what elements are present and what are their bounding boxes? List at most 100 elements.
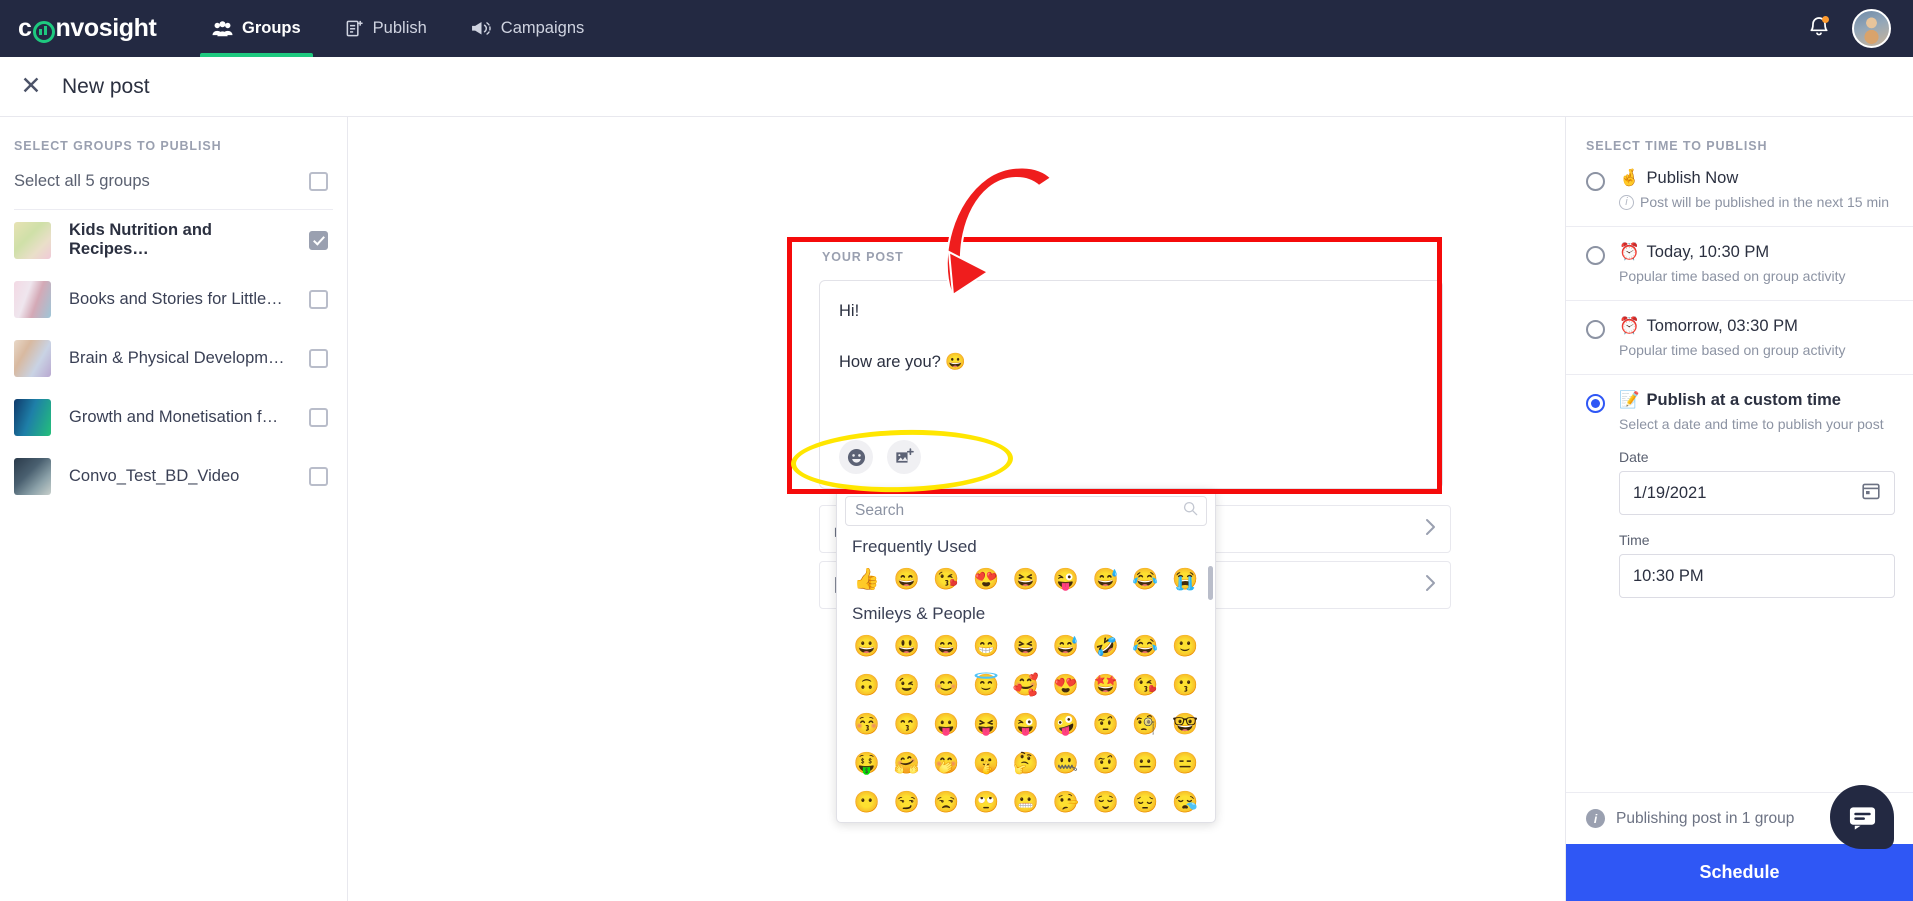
- emoji-cell[interactable]: 😂: [1125, 560, 1165, 599]
- emoji-cell[interactable]: 🙂: [1165, 627, 1205, 666]
- emoji-cell[interactable]: 😆: [1006, 627, 1046, 666]
- time-field[interactable]: 10:30 PM: [1619, 554, 1895, 598]
- emoji-cell[interactable]: 😇: [966, 666, 1006, 705]
- post-composer[interactable]: Hi! How are you? 😀: [819, 280, 1443, 489]
- emoji-cell[interactable]: 🤪: [1046, 705, 1086, 744]
- chat-bubble-icon[interactable]: [1830, 785, 1894, 849]
- emoji-cell[interactable]: 😉: [887, 666, 927, 705]
- emoji-cell[interactable]: 😬: [1006, 783, 1046, 822]
- group-checkbox[interactable]: [309, 290, 328, 309]
- time-option-radio[interactable]: [1586, 394, 1605, 413]
- emoji-cell[interactable]: 🧐: [1125, 705, 1165, 744]
- emoji-picker[interactable]: Frequently Used👍😄😘😍😆😜😅😂😭Smileys & People…: [836, 489, 1216, 823]
- close-icon[interactable]: ✕: [18, 74, 44, 100]
- emoji-cell[interactable]: 😅: [1086, 560, 1126, 599]
- emoji-cell[interactable]: 😐: [1125, 744, 1165, 783]
- emoji-cell[interactable]: 👍: [847, 560, 887, 599]
- time-option-radio[interactable]: [1586, 172, 1605, 191]
- emoji-cell[interactable]: 😆: [1006, 560, 1046, 599]
- emoji-cell[interactable]: 🥰: [1006, 666, 1046, 705]
- group-checkbox[interactable]: [309, 230, 328, 250]
- emoji-cell[interactable]: 😍: [966, 560, 1006, 599]
- emoji-cell[interactable]: 😁: [966, 627, 1006, 666]
- emoji-cell[interactable]: 😂: [1125, 627, 1165, 666]
- emoji-cell[interactable]: 🤑: [847, 744, 887, 783]
- emoji-cell[interactable]: 😒: [927, 783, 967, 822]
- time-option-body: ⏰ Tomorrow, 03:30 PM Popular time based on…: [1619, 317, 1895, 358]
- time-option-radio[interactable]: [1586, 320, 1605, 339]
- date-label: Date: [1619, 449, 1649, 465]
- emoji-cell[interactable]: 😑: [1165, 744, 1205, 783]
- time-option[interactable]: 🤞 Publish Now i Post will be published in t…: [1566, 153, 1913, 227]
- group-row[interactable]: Convo_Test_BD_Video: [14, 447, 333, 506]
- nav-item-publish[interactable]: Publish: [323, 0, 449, 57]
- calendar-icon[interactable]: [1861, 481, 1881, 506]
- time-option-radio[interactable]: [1586, 246, 1605, 265]
- emoji-cell[interactable]: 😔: [1125, 783, 1165, 822]
- emoji-cell[interactable]: 😜: [1006, 705, 1046, 744]
- emoji-cell[interactable]: 😭: [1165, 560, 1205, 599]
- emoji-cell[interactable]: 😙: [887, 705, 927, 744]
- emoji-cell[interactable]: 🤥: [1046, 783, 1086, 822]
- emoji-cell[interactable]: 😜: [1046, 560, 1086, 599]
- emoji-cell[interactable]: 😶: [847, 783, 887, 822]
- time-value: 10:30 PM: [1633, 566, 1704, 585]
- group-row[interactable]: Kids Nutrition and Recipes…: [14, 210, 333, 270]
- group-checkbox[interactable]: [309, 408, 328, 427]
- emoji-cell[interactable]: 😛: [927, 705, 967, 744]
- nav-item-groups[interactable]: Groups: [190, 0, 323, 57]
- emoji-cell[interactable]: 😍: [1046, 666, 1086, 705]
- emoji-cell[interactable]: 😘: [927, 560, 967, 599]
- emoji-scrollbar[interactable]: [1208, 566, 1213, 600]
- emoji-cell[interactable]: 😅: [1046, 627, 1086, 666]
- time-option[interactable]: ⏰ Tomorrow, 03:30 PM Popular time based on…: [1566, 301, 1913, 375]
- emoji-search-row[interactable]: [845, 496, 1207, 526]
- emoji-cell[interactable]: 🤔: [1006, 744, 1046, 783]
- time-option-emoji: ⏰: [1619, 243, 1640, 261]
- emoji-cell[interactable]: 🤩: [1086, 666, 1126, 705]
- emoji-cell[interactable]: 😗: [1165, 666, 1205, 705]
- emoji-cell[interactable]: 😊: [927, 666, 967, 705]
- avatar[interactable]: [1852, 9, 1891, 48]
- group-checkbox[interactable]: [309, 349, 328, 368]
- emoji-search-input[interactable]: [855, 502, 1197, 520]
- post-text[interactable]: Hi! How are you? 😀: [820, 281, 1442, 372]
- select-all-row[interactable]: Select all 5 groups: [14, 153, 333, 210]
- emoji-cell[interactable]: 😚: [847, 705, 887, 744]
- emoji-cell[interactable]: 😘: [1125, 666, 1165, 705]
- group-row[interactable]: Growth and Monetisation f…: [14, 388, 333, 447]
- emoji-cell[interactable]: 🤐: [1046, 744, 1086, 783]
- bell-icon[interactable]: [1808, 15, 1830, 43]
- group-row[interactable]: Brain & Physical Developm…: [14, 329, 333, 388]
- emoji-cell[interactable]: 🙃: [847, 666, 887, 705]
- schedule-button[interactable]: Schedule: [1566, 844, 1913, 901]
- emoji-cell[interactable]: 🤨: [1086, 744, 1126, 783]
- emoji-cell[interactable]: 😌: [1086, 783, 1126, 822]
- emoji-cell[interactable]: 🤫: [966, 744, 1006, 783]
- emoji-smiley-icon[interactable]: [839, 440, 873, 474]
- emoji-cell[interactable]: 🤨: [1086, 705, 1126, 744]
- time-option[interactable]: 📝 Publish at a custom time Select a date a…: [1566, 375, 1913, 614]
- emoji-cell[interactable]: 😏: [887, 783, 927, 822]
- group-row[interactable]: Books and Stories for Little…: [14, 270, 333, 329]
- emoji-cell[interactable]: 😝: [966, 705, 1006, 744]
- emoji-cell[interactable]: 🤓: [1165, 705, 1205, 744]
- emoji-cell[interactable]: 🙄: [966, 783, 1006, 822]
- emoji-body: Frequently Used 👍 😄 😘 😍 😆 😜 😅 😂 😭 Smileys & People…: [837, 530, 1215, 822]
- emoji-cell[interactable]: 🤗: [887, 744, 927, 783]
- group-checkbox[interactable]: [309, 467, 328, 486]
- select-all-checkbox[interactable]: [309, 172, 328, 191]
- emoji-cell[interactable]: 😄: [927, 627, 967, 666]
- time-option-subtitle-row: Popular time based on group activity: [1619, 342, 1895, 358]
- add-image-icon[interactable]: [887, 440, 921, 474]
- brand-logo[interactable]: c nvosight: [0, 0, 190, 57]
- emoji-cell[interactable]: 🤭: [927, 744, 967, 783]
- emoji-cell[interactable]: 🤣: [1086, 627, 1126, 666]
- date-field[interactable]: 1/19/2021: [1619, 471, 1895, 515]
- emoji-cell[interactable]: 😀: [847, 627, 887, 666]
- emoji-cell[interactable]: 😄: [887, 560, 927, 599]
- nav-item-campaigns[interactable]: Campaigns: [449, 0, 606, 57]
- emoji-cell[interactable]: 😃: [887, 627, 927, 666]
- emoji-cell[interactable]: 😪: [1165, 783, 1205, 822]
- time-option[interactable]: ⏰ Today, 10:30 PM Popular time based on gr…: [1566, 227, 1913, 301]
